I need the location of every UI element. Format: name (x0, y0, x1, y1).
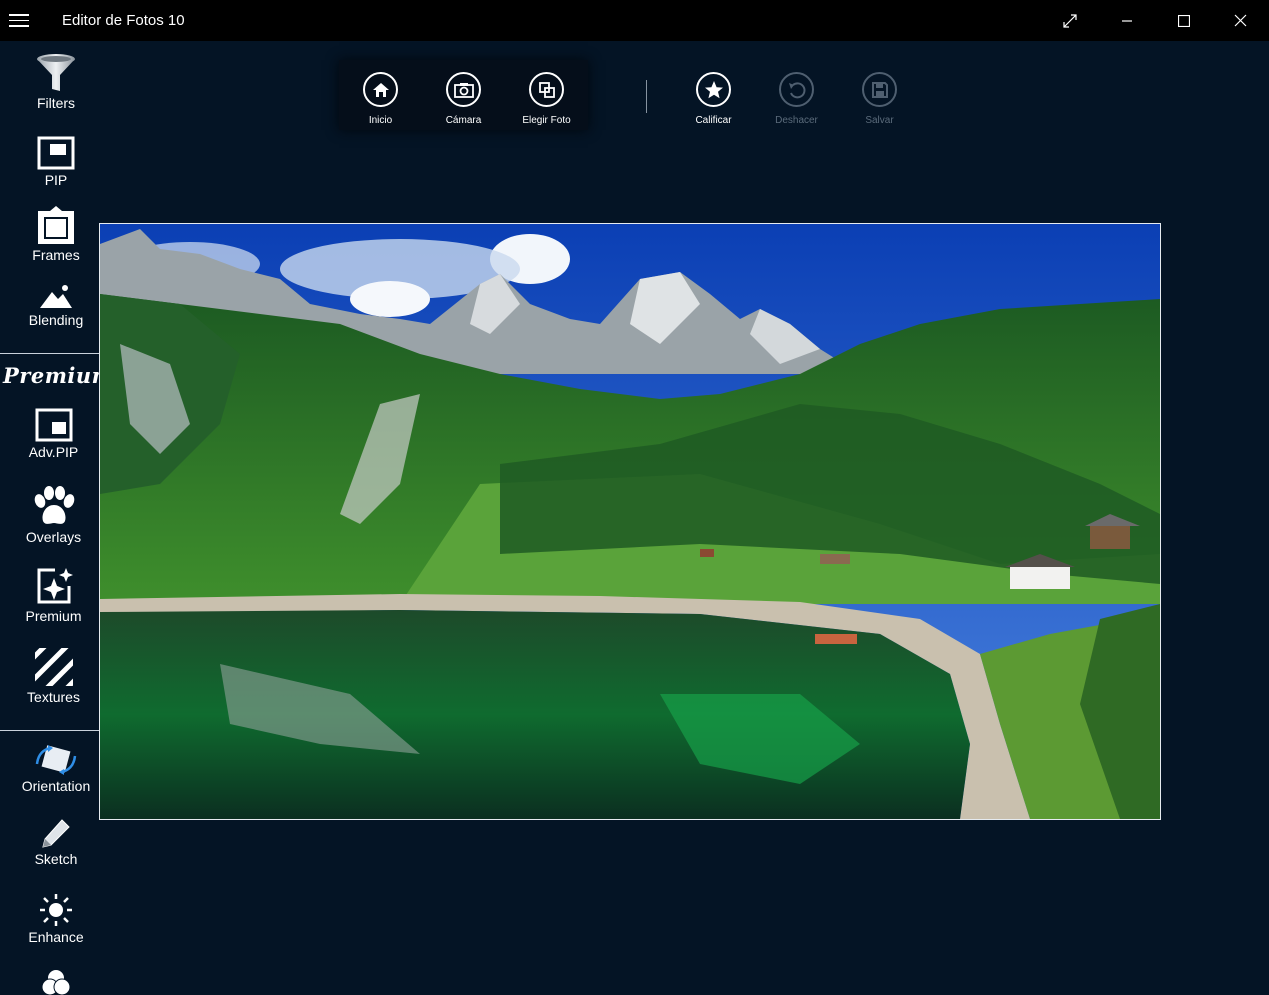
choose-photo-label: Elegir Foto (522, 115, 571, 126)
hamburger-menu-icon[interactable] (9, 11, 29, 29)
tool-pip[interactable]: PIP (0, 136, 112, 188)
undo-button[interactable]: Deshacer (755, 60, 838, 130)
tool-frames[interactable]: Frames (0, 205, 112, 263)
tool-label: Overlays (25, 529, 82, 545)
camera-button[interactable]: Cámara (422, 60, 505, 130)
toolbar-right: Calificar Deshacer Salvar (672, 60, 921, 130)
adv-pip-icon (35, 408, 72, 442)
save-button[interactable]: Salvar (838, 60, 921, 130)
tool-label: Filters (36, 95, 76, 111)
tool-blending[interactable]: Blending (0, 284, 112, 328)
tool-orientation[interactable]: Orientation (0, 744, 112, 794)
close-button[interactable] (1212, 0, 1268, 41)
undo-label: Deshacer (775, 115, 818, 126)
toolbar-left: Inicio Cámara Elegir Foto (339, 60, 588, 130)
pip-icon (37, 136, 75, 170)
title-bar: Editor de Fotos 10 (0, 0, 1269, 41)
camera-label: Cámara (445, 115, 482, 126)
funnel-icon (37, 54, 75, 91)
save-label: Salvar (865, 115, 894, 126)
tool-adv-pip[interactable]: Adv.PIP (0, 408, 107, 460)
rate-button[interactable]: Calificar (672, 60, 755, 130)
tool-label: Adv.PIP (28, 444, 79, 460)
stripes-icon (34, 648, 73, 686)
star-icon (704, 80, 723, 98)
tool-label: Frames (32, 247, 80, 263)
tool-filters[interactable]: Filters (0, 53, 112, 111)
tool-label: PIP (44, 172, 68, 188)
tool-textures[interactable]: Textures (0, 647, 107, 705)
mountain-icon (40, 285, 72, 308)
tool-label: Sketch (34, 851, 78, 867)
paw-icon (34, 486, 74, 524)
premium-heading: Premium (3, 363, 115, 388)
choose-photo-button[interactable]: Elegir Foto (505, 60, 588, 130)
rate-label: Calificar (695, 115, 732, 126)
tool-label: Orientation (21, 778, 91, 794)
choose-photo-icon (538, 81, 555, 98)
home-button[interactable]: Inicio (339, 60, 422, 130)
sparkle-icon (37, 568, 73, 604)
tool-sketch[interactable]: Sketch (0, 817, 112, 867)
landscape-photo (100, 224, 1160, 819)
home-icon (372, 82, 389, 97)
undo-icon (788, 81, 805, 98)
tool-color-partial[interactable] (0, 969, 112, 995)
photo-canvas[interactable] (99, 223, 1161, 820)
pencil-icon (42, 819, 70, 848)
toolbar-divider (646, 80, 647, 113)
home-label: Inicio (368, 115, 393, 126)
camera-icon (453, 82, 474, 98)
fullscreen-icon[interactable] (1042, 0, 1098, 41)
tool-overlays[interactable]: Overlays (0, 485, 107, 545)
tool-label: Blending (28, 312, 84, 328)
minimize-button[interactable] (1099, 0, 1155, 41)
rotate-icon (35, 745, 77, 775)
maximize-button[interactable] (1156, 0, 1212, 41)
frame-icon (38, 206, 74, 244)
tool-enhance[interactable]: Enhance (0, 893, 112, 945)
save-icon (871, 81, 888, 98)
tool-premium[interactable]: Premium (0, 566, 107, 624)
app-title: Editor de Fotos 10 (62, 12, 185, 29)
sun-icon (40, 894, 72, 926)
tool-label: Textures (27, 689, 80, 705)
tool-label: Premium (25, 608, 82, 624)
color-circles-icon (41, 970, 71, 995)
tool-label: Enhance (28, 929, 84, 945)
